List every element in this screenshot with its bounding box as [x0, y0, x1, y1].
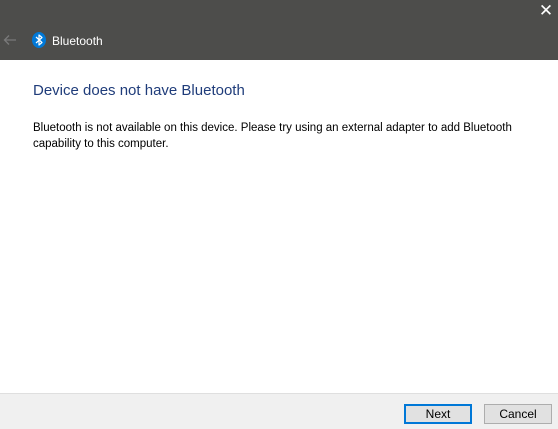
cancel-button[interactable]: Cancel [484, 404, 552, 424]
bluetooth-icon [32, 32, 46, 48]
button-bar: Next Cancel [0, 393, 558, 429]
bluetooth-dialog-window: ✕ Bluetooth Device does not have Bluetoo… [0, 0, 558, 429]
next-button[interactable]: Next [404, 404, 472, 424]
title-bar: ✕ Bluetooth [0, 0, 558, 60]
window-title: Bluetooth [52, 34, 103, 48]
arrow-left-icon [3, 35, 16, 45]
close-button[interactable]: ✕ [536, 0, 556, 22]
message-text: Bluetooth is not available on this devic… [33, 122, 512, 150]
back-button[interactable] [0, 30, 20, 50]
content-area: Device does not have Bluetooth Bluetooth… [0, 60, 558, 393]
page-title: Device does not have Bluetooth [33, 82, 245, 99]
close-icon: ✕ [538, 1, 554, 20]
